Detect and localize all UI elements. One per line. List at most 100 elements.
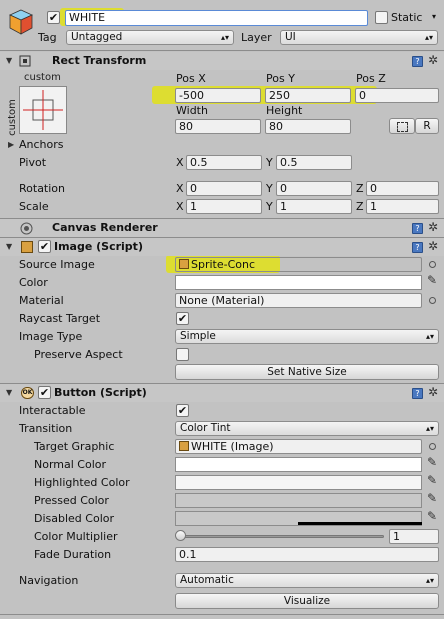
rotation-x-field[interactable]: 0 [186,181,262,196]
pressed-color-swatch[interactable] [175,493,422,508]
button-component-icon: OK [21,387,34,399]
pos-z-value: 0 [359,89,366,102]
image-script-header[interactable]: ▼ ✔ Image (Script) ? ✲ [0,238,444,256]
rotation-y-field[interactable]: 0 [276,181,352,196]
color-multiplier-field[interactable]: 1 [389,529,439,544]
color-multiplier-slider-thumb[interactable] [175,530,186,541]
pos-z-field[interactable]: 0 [355,88,439,103]
gear-icon[interactable]: ✲ [428,53,438,67]
object-picker-icon[interactable] [429,443,436,450]
visualize-button[interactable]: Visualize [175,593,439,609]
transition-label: Transition [19,422,73,435]
scale-label: Scale [19,200,49,213]
target-graphic-label: Target Graphic [34,440,115,453]
rotation-z-field[interactable]: 0 [366,181,439,196]
navigation-dropdown[interactable]: Automatic ▴▾ [175,573,439,588]
disabled-color-label: Disabled Color [34,512,115,525]
scale-x-field[interactable]: 1 [186,199,262,214]
canvas-renderer-icon [20,222,33,235]
rect-transform-header[interactable]: ▼ Rect Transform ? ✲ [0,52,444,70]
layer-dropdown[interactable]: UI ▴▾ [280,30,438,45]
cube-icon [9,9,33,35]
eyedropper-icon[interactable]: ✎ [427,273,437,287]
raycast-target-label: Raycast Target [19,312,101,325]
pos-y-field[interactable]: 250 [265,88,351,103]
visualize-label: Visualize [283,595,331,607]
pivot-y-field[interactable]: 0.5 [276,155,352,170]
fade-duration-field[interactable]: 0.1 [175,547,439,562]
scale-z-field[interactable]: 1 [366,199,439,214]
object-name-text: WHITE [69,11,106,24]
button-enabled-checkbox[interactable]: ✔ [38,386,51,399]
color-swatch[interactable] [175,275,422,290]
anchors-foldout-arrow-icon[interactable]: ▶ [8,140,14,149]
book-icon[interactable]: ? [412,56,423,67]
material-field[interactable]: None (Material) [175,293,422,308]
pos-x-label: Pos X [176,72,206,85]
foldout-arrow-icon[interactable]: ▼ [6,388,12,397]
source-image-field[interactable]: Sprite-Conc [175,257,422,272]
gear-icon[interactable]: ✲ [428,220,438,234]
image-type-dropdown[interactable]: Simple ▴▾ [175,329,439,344]
rotation-z-axis: Z [356,182,364,195]
rotation-x-axis: X [176,182,184,195]
highlighted-color-label: Highlighted Color [34,476,130,489]
button-script-header[interactable]: ▼ OK ✔ Button (Script) ? ✲ [0,384,444,402]
scale-x-value: 1 [190,200,197,213]
dropdown-arrow-icon: ▴▾ [220,33,229,42]
target-graphic-field[interactable]: WHITE (Image) [175,439,422,454]
book-icon[interactable]: ? [412,242,423,253]
canvas-renderer-header[interactable]: Canvas Renderer ? ✲ [0,219,444,237]
raycast-target-checkbox[interactable]: ✔ [176,312,189,325]
eyedropper-icon[interactable]: ✎ [427,509,437,523]
eyedropper-icon[interactable]: ✎ [427,491,437,505]
width-field[interactable]: 80 [175,119,261,134]
foldout-arrow-icon[interactable]: ▼ [6,56,12,65]
color-multiplier-label: Color Multiplier [34,530,118,543]
pivot-x-field[interactable]: 0.5 [186,155,262,170]
material-label: Material [19,294,64,307]
highlighted-color-swatch[interactable] [175,475,422,490]
image-component-icon [21,241,33,253]
pos-x-field[interactable]: -500 [175,88,261,103]
pos-y-value: 250 [269,89,290,102]
eyedropper-icon[interactable]: ✎ [427,473,437,487]
scale-y-field[interactable]: 1 [276,199,352,214]
anchor-preset-icon[interactable] [19,86,67,134]
rotation-z-value: 0 [370,182,377,195]
disabled-color-swatch[interactable] [175,511,422,526]
anchors-label[interactable]: Anchors [19,138,64,151]
height-field[interactable]: 80 [265,119,351,134]
rotation-y-axis: Y [266,182,273,195]
static-checkbox[interactable] [375,11,388,24]
component-title: Button (Script) [54,386,147,399]
active-checkbox[interactable]: ✔ [47,11,60,24]
color-multiplier-slider-track[interactable] [180,535,384,538]
image-enabled-checkbox[interactable]: ✔ [38,240,51,253]
object-picker-icon[interactable] [429,261,436,268]
anchor-preset-top-label: custom [24,72,61,83]
interactable-checkbox[interactable]: ✔ [176,404,189,417]
object-picker-icon[interactable] [429,297,436,304]
color-label: Color [19,276,48,289]
transition-dropdown[interactable]: Color Tint ▴▾ [175,421,439,436]
eyedropper-icon[interactable]: ✎ [427,455,437,469]
book-icon[interactable]: ? [412,223,423,234]
preserve-aspect-checkbox[interactable] [176,348,189,361]
sprite-icon [179,441,189,451]
blueprint-mode-button[interactable] [389,118,415,134]
tag-dropdown[interactable]: Untagged ▴▾ [66,30,234,45]
raw-edit-button[interactable]: R [415,118,439,134]
pivot-x-value: 0.5 [190,156,208,169]
normal-color-swatch[interactable] [175,457,422,472]
preserve-aspect-label: Preserve Aspect [34,348,123,361]
height-value: 80 [269,120,283,133]
object-name-input[interactable]: WHITE [65,10,368,26]
set-native-size-button[interactable]: Set Native Size [175,364,439,380]
book-icon[interactable]: ? [412,388,423,399]
gear-icon[interactable]: ✲ [428,239,438,253]
gear-icon[interactable]: ✲ [428,385,438,399]
pivot-y-axis: Y [266,156,273,169]
foldout-arrow-icon[interactable]: ▼ [6,242,12,251]
static-dropdown-arrow-icon[interactable]: ▾ [432,12,436,21]
